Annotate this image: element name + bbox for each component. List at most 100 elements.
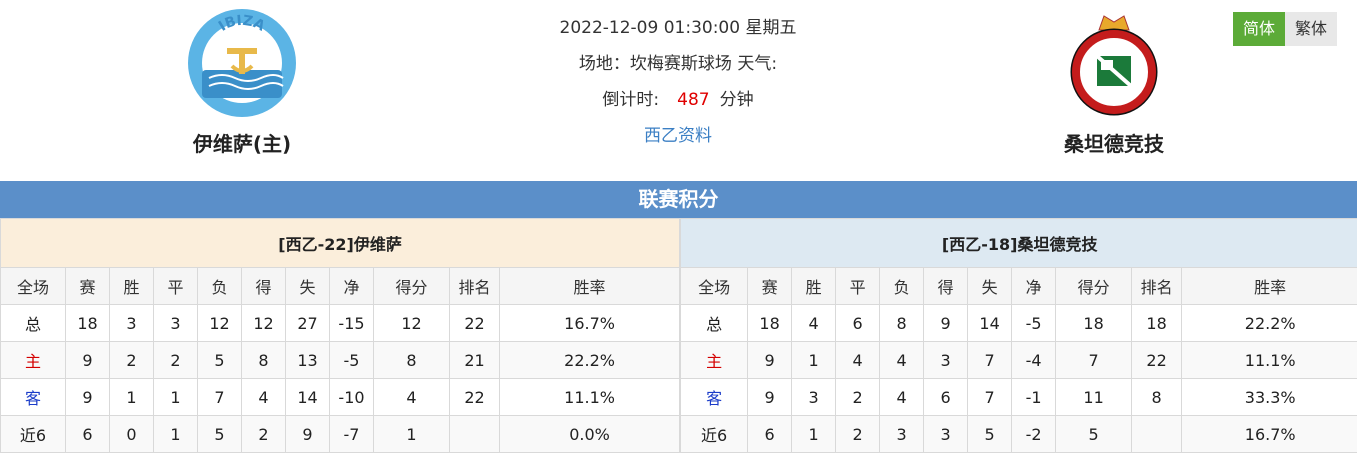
- table-cell: 9: [65, 341, 110, 379]
- table-cell: 9: [747, 341, 793, 379]
- table-cell: 27: [285, 304, 330, 342]
- table-cell: 7: [967, 341, 1013, 379]
- row-label: 主: [680, 341, 749, 379]
- table-cell: 8: [879, 304, 925, 342]
- table-cell: 1: [791, 341, 837, 379]
- lang-simplified-button[interactable]: 简体: [1233, 12, 1285, 46]
- table-cell: 7: [197, 378, 242, 416]
- table-cell: 6: [835, 304, 881, 342]
- column-header: 全场: [680, 267, 749, 305]
- table-cell: 7: [967, 378, 1013, 416]
- table-cell: -1: [1011, 378, 1057, 416]
- language-switch: 简体 繁体: [1233, 12, 1337, 46]
- table-cell: 4: [835, 341, 881, 379]
- column-header: 净: [329, 267, 374, 305]
- column-header: 平: [153, 267, 198, 305]
- column-header: 全场: [0, 267, 66, 305]
- column-header: 胜率: [498, 267, 681, 305]
- column-header: 赛: [747, 267, 793, 305]
- table-cell: 3: [109, 304, 154, 342]
- countdown-unit: 分钟: [719, 90, 754, 110]
- table-cell: 3: [153, 304, 198, 342]
- table-cell: 3: [791, 378, 837, 416]
- table-cell: 4: [373, 378, 450, 416]
- row-label: 主: [0, 341, 66, 379]
- ibiza-logo-icon: IBIZA: [188, 9, 296, 117]
- table-cell: 22.2%: [1181, 304, 1357, 342]
- column-header: 赛: [65, 267, 110, 305]
- table-cell: 12: [373, 304, 450, 342]
- table-cell: 14: [967, 304, 1013, 342]
- table-cell: 18: [1055, 304, 1133, 342]
- match-info: 2022-12-09 01:30:00 星期五 场地：坎梅赛斯球场 天气: 倒计…: [478, 14, 878, 158]
- table-cell: 33.3%: [1181, 378, 1357, 416]
- column-header: 排名: [449, 267, 500, 305]
- column-header: 失: [285, 267, 330, 305]
- column-header: 胜: [109, 267, 154, 305]
- lang-traditional-button[interactable]: 繁体: [1285, 12, 1337, 46]
- column-header: 胜: [791, 267, 837, 305]
- table-cell: 9: [747, 378, 793, 416]
- row-label: 总: [0, 304, 66, 342]
- table-cell: 14: [285, 378, 330, 416]
- column-header: 得分: [1055, 267, 1133, 305]
- home-team-name: 伊维萨(主): [192, 132, 292, 156]
- away-table-title: [西乙-18]桑坦德竞技: [680, 218, 1357, 268]
- table-cell: 8: [1131, 378, 1183, 416]
- table-cell: 16.7%: [498, 304, 681, 342]
- table-cell: 12: [197, 304, 242, 342]
- row-label: 客: [680, 378, 749, 416]
- away-team[interactable]: 桑坦德竞技: [1014, 8, 1214, 157]
- row-label: 总: [680, 304, 749, 342]
- table-cell: 18: [747, 304, 793, 342]
- table-cell: 2: [109, 341, 154, 379]
- standings-tables: [西乙-22]伊维萨 全场赛胜平负得失净得分 排名 胜率总 18 3 3 12 12 27 -15…: [0, 218, 1357, 453]
- table-cell: 8: [241, 341, 286, 379]
- table-cell: 3: [923, 341, 969, 379]
- table-cell: 21: [449, 341, 500, 379]
- column-header-row: 全场赛胜平负得失净得分 排名 胜率: [0, 267, 681, 305]
- table-row: 总 18 3 3 12 12 27 -15 12 22 16.7%: [0, 304, 681, 342]
- column-header: 胜率: [1181, 267, 1357, 305]
- table-cell: -10: [329, 378, 374, 416]
- table-cell: -5: [1011, 304, 1057, 342]
- table-cell: 2: [835, 378, 881, 416]
- column-header: 得分: [373, 267, 450, 305]
- countdown: 倒计时: 487 分钟: [478, 86, 878, 122]
- table-cell: 11.1%: [498, 378, 681, 416]
- column-header: 排名: [1131, 267, 1183, 305]
- match-datetime: 2022-12-09 01:30:00 星期五: [559, 18, 797, 38]
- table-cell: 18: [1131, 304, 1183, 342]
- table-cell: -15: [329, 304, 374, 342]
- home-team[interactable]: IBIZA 伊维萨(主): [142, 8, 342, 157]
- home-table-title: [西乙-22]伊维萨: [0, 218, 681, 268]
- countdown-label: 倒计时:: [602, 90, 660, 110]
- table-cell: 1: [109, 378, 154, 416]
- match-header: IBIZA 伊维萨(主) 2022-12-09 01:30:00 星期五 场地：…: [0, 0, 1357, 180]
- league-info-link[interactable]: 西乙资料: [644, 126, 712, 146]
- table-row: 总 18 4 6 8 9 14 -5 18 18 22.2%: [680, 304, 1357, 342]
- racing-santander-logo-icon: [1070, 15, 1158, 116]
- table-cell: 9: [65, 378, 110, 416]
- table-cell: 22: [449, 378, 500, 416]
- table-cell: 1: [153, 378, 198, 416]
- table-cell: 2: [153, 341, 198, 379]
- table-row: 客 9 3 2 4 6 7 -1 11 8 33.3%: [680, 378, 1357, 416]
- table-cell: 22.2%: [498, 341, 681, 379]
- away-team-name: 桑坦德竞技: [1064, 132, 1164, 156]
- table-row: 主 9 2 2 5 8 13 -5 8 21 22.2%: [0, 341, 681, 379]
- column-header: 负: [879, 267, 925, 305]
- column-header-row: 全场赛胜平负得失净得分 排名 胜率: [680, 267, 1357, 305]
- table-row: 客 9 1 1 7 4 14 -10 4 22 11.1%: [0, 378, 681, 416]
- table-cell: -5: [329, 341, 374, 379]
- column-header: 净: [1011, 267, 1057, 305]
- table-cell: 13: [285, 341, 330, 379]
- table-cell: 11.1%: [1181, 341, 1357, 379]
- table-cell: 5: [197, 341, 242, 379]
- home-standings-table: [西乙-22]伊维萨 全场赛胜平负得失净得分 排名 胜率总 18 3 3 12 12 27 -15…: [0, 218, 681, 453]
- table-cell: 4: [791, 304, 837, 342]
- table-cell: 4: [879, 341, 925, 379]
- table-cell: 11: [1055, 378, 1133, 416]
- away-standings-table: [西乙-18]桑坦德竞技 全场赛胜平负得失净得分 排名 胜率总 18 4 6 8 9 14 -5 1…: [680, 218, 1357, 453]
- table-cell: 4: [241, 378, 286, 416]
